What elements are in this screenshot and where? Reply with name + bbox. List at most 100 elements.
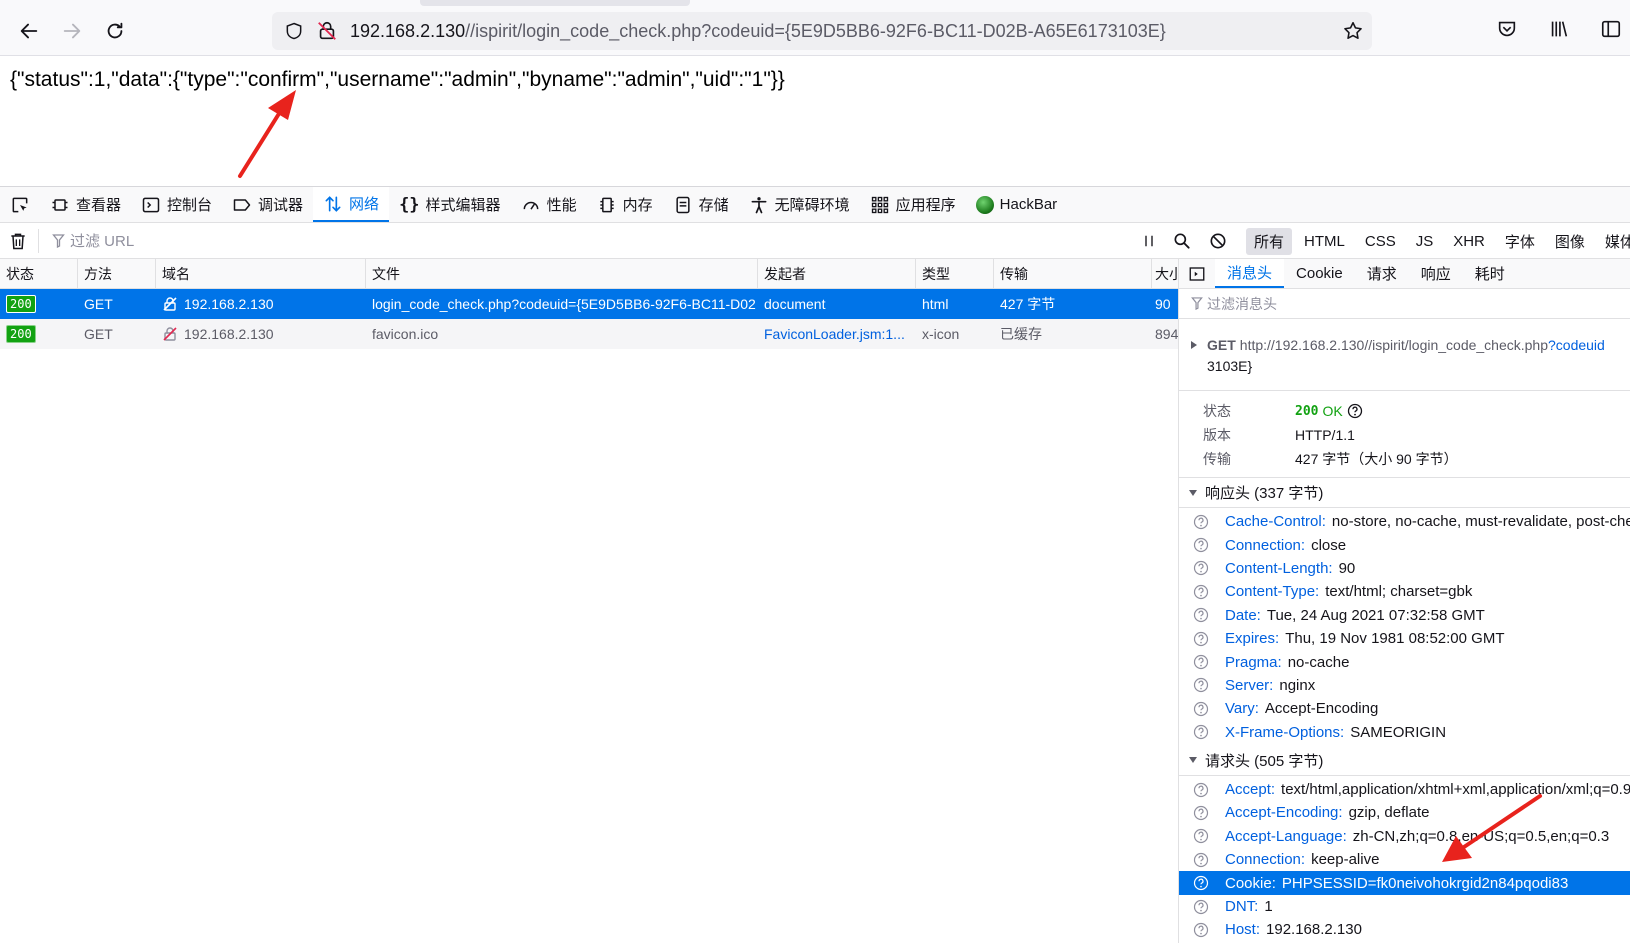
column-header-file[interactable]: 文件 <box>366 259 758 288</box>
header-row[interactable]: Pragma: no-cache <box>1179 650 1630 673</box>
filter-url-input[interactable] <box>52 229 1122 253</box>
help-icon[interactable] <box>1193 805 1209 821</box>
tab-application[interactable]: 应用程序 <box>860 187 966 222</box>
column-header-type[interactable]: 类型 <box>916 259 994 288</box>
filter-headers-input[interactable] <box>1191 294 1611 314</box>
tab-timings[interactable]: 耗时 <box>1463 259 1517 288</box>
pause-icon[interactable] <box>1140 232 1158 250</box>
url-text[interactable]: 192.168.2.130//ispirit/login_code_check.… <box>350 21 1166 42</box>
type-filter-js[interactable]: JS <box>1408 230 1442 253</box>
column-header-initiator[interactable]: 发起者 <box>758 259 916 288</box>
help-icon[interactable] <box>1193 584 1209 600</box>
help-icon[interactable] <box>1193 607 1209 623</box>
sidebar-icon[interactable] <box>1600 18 1622 40</box>
help-icon[interactable] <box>1193 852 1209 868</box>
type-filter-css[interactable]: CSS <box>1357 230 1404 253</box>
url-bar[interactable]: 192.168.2.130//ispirit/login_code_check.… <box>272 12 1372 50</box>
tab-request[interactable]: 请求 <box>1355 259 1409 288</box>
help-icon[interactable] <box>1193 899 1209 915</box>
header-row[interactable]: Connection: keep-alive <box>1179 848 1630 871</box>
column-header-transferred[interactable]: 传输 <box>994 259 1152 288</box>
type-filter-media[interactable]: 媒体 <box>1597 228 1630 255</box>
type-filter-all[interactable]: 所有 <box>1246 227 1293 255</box>
help-icon[interactable] <box>1193 631 1209 647</box>
shield-icon[interactable] <box>284 21 304 41</box>
help-icon[interactable] <box>1193 922 1209 938</box>
header-row[interactable]: Date: Tue, 24 Aug 2021 07:32:58 GMT <box>1179 604 1630 627</box>
pocket-icon[interactable] <box>1496 18 1518 40</box>
library-icon[interactable] <box>1548 18 1570 40</box>
tab-console[interactable]: 控制台 <box>131 187 222 222</box>
collapse-triangle-icon[interactable] <box>1189 757 1197 764</box>
back-button[interactable] <box>12 14 46 48</box>
header-row[interactable]: Content-Length: 90 <box>1179 557 1630 580</box>
header-row[interactable]: Accept: text/html,application/xhtml+xml,a… <box>1179 778 1630 801</box>
collapse-triangle-icon[interactable] <box>1189 489 1197 496</box>
status-badge: 200 <box>6 325 36 343</box>
table-row[interactable]: 200 GET 192.168.2.130 login_code_check.p… <box>0 289 1178 319</box>
header-row[interactable]: Server: nginx <box>1179 674 1630 697</box>
help-icon[interactable] <box>1347 403 1363 419</box>
header-value: SAMEORIGIN <box>1350 723 1447 741</box>
tab-response[interactable]: 响应 <box>1409 259 1463 288</box>
header-row[interactable]: X-Frame-Options: SAMEORIGIN <box>1179 721 1630 744</box>
forward-button[interactable] <box>55 14 89 48</box>
status-badge: 200 <box>6 295 36 313</box>
cell-initiator-link[interactable]: FaviconLoader.jsm:1... <box>758 319 916 349</box>
help-icon[interactable] <box>1193 875 1209 891</box>
type-filter-fonts[interactable]: 字体 <box>1497 228 1543 255</box>
header-row[interactable]: Host: 192.168.2.130 <box>1179 918 1630 941</box>
tab-network[interactable]: 网络 <box>313 187 390 222</box>
block-icon[interactable] <box>1208 231 1228 251</box>
help-icon[interactable] <box>1193 724 1209 740</box>
trash-icon[interactable] <box>8 231 28 251</box>
help-icon[interactable] <box>1193 537 1209 553</box>
tab-memory[interactable]: 内存 <box>587 187 663 222</box>
header-row[interactable]: DNT: 1 <box>1179 895 1630 918</box>
response-headers-section[interactable]: 响应头 (337 字节) <box>1179 478 1630 508</box>
expand-triangle-icon[interactable] <box>1191 341 1197 349</box>
help-icon[interactable] <box>1193 701 1209 717</box>
header-row[interactable]: Cache-Control: no-store, no-cache, must-r… <box>1179 510 1630 533</box>
tab-storage[interactable]: 存储 <box>663 187 739 222</box>
cell-file: favicon.ico <box>372 326 439 342</box>
element-picker-button[interactable] <box>0 187 40 222</box>
header-row[interactable]: Cookie: PHPSESSID=fk0neivohokrgid2n84pqod… <box>1179 871 1630 895</box>
request-url-summary[interactable]: GET http://192.168.2.130//ispirit/login_c… <box>1179 319 1630 391</box>
column-header-domain[interactable]: 域名 <box>156 259 366 288</box>
header-row[interactable]: Content-Type: text/html; charset=gbk <box>1179 580 1630 603</box>
tab-accessibility[interactable]: 无障碍环境 <box>739 187 860 222</box>
help-icon[interactable] <box>1193 560 1209 576</box>
header-row[interactable]: Expires: Thu, 19 Nov 1981 08:52:00 GMT <box>1179 627 1630 650</box>
column-header-status[interactable]: 状态 <box>0 259 78 288</box>
type-filter-xhr[interactable]: XHR <box>1445 230 1493 253</box>
toggle-panel-button[interactable] <box>1179 259 1215 288</box>
tab-inspector[interactable]: 查看器 <box>40 187 131 222</box>
column-header-size[interactable]: 大小 <box>1152 259 1178 288</box>
header-row[interactable]: Connection: close <box>1179 533 1630 556</box>
column-header-method[interactable]: 方法 <box>78 259 156 288</box>
insecure-lock-icon[interactable] <box>316 20 338 42</box>
tab-debugger[interactable]: 调试器 <box>222 187 313 222</box>
tab-style-editor[interactable]: {} 样式编辑器 <box>389 187 511 222</box>
request-headers-section[interactable]: 请求头 (505 字节) <box>1179 746 1630 776</box>
cell-status: 200 <box>0 319 78 349</box>
help-icon[interactable] <box>1193 514 1209 530</box>
tab-cookies[interactable]: Cookie <box>1284 259 1355 288</box>
search-icon[interactable] <box>1172 231 1192 251</box>
header-row[interactable]: Accept-Language: zh-CN,zh;q=0.8,en-US;q=0… <box>1179 825 1630 848</box>
help-icon[interactable] <box>1193 677 1209 693</box>
header-row[interactable]: Vary: Accept-Encoding <box>1179 697 1630 720</box>
help-icon[interactable] <box>1193 828 1209 844</box>
type-filter-images[interactable]: 图像 <box>1547 228 1593 255</box>
type-filter-html[interactable]: HTML <box>1296 230 1353 253</box>
bookmark-star-icon[interactable] <box>1342 20 1364 42</box>
help-icon[interactable] <box>1193 782 1209 798</box>
tab-performance[interactable]: 性能 <box>511 187 587 222</box>
header-row[interactable]: Accept-Encoding: gzip, deflate <box>1179 801 1630 824</box>
table-row[interactable]: 200 GET 192.168.2.130 favicon.ico Favico… <box>0 319 1178 349</box>
tab-headers[interactable]: 消息头 <box>1215 259 1285 288</box>
tab-hackbar[interactable]: HackBar <box>966 187 1068 222</box>
help-icon[interactable] <box>1193 654 1209 670</box>
reload-button[interactable] <box>98 14 132 48</box>
